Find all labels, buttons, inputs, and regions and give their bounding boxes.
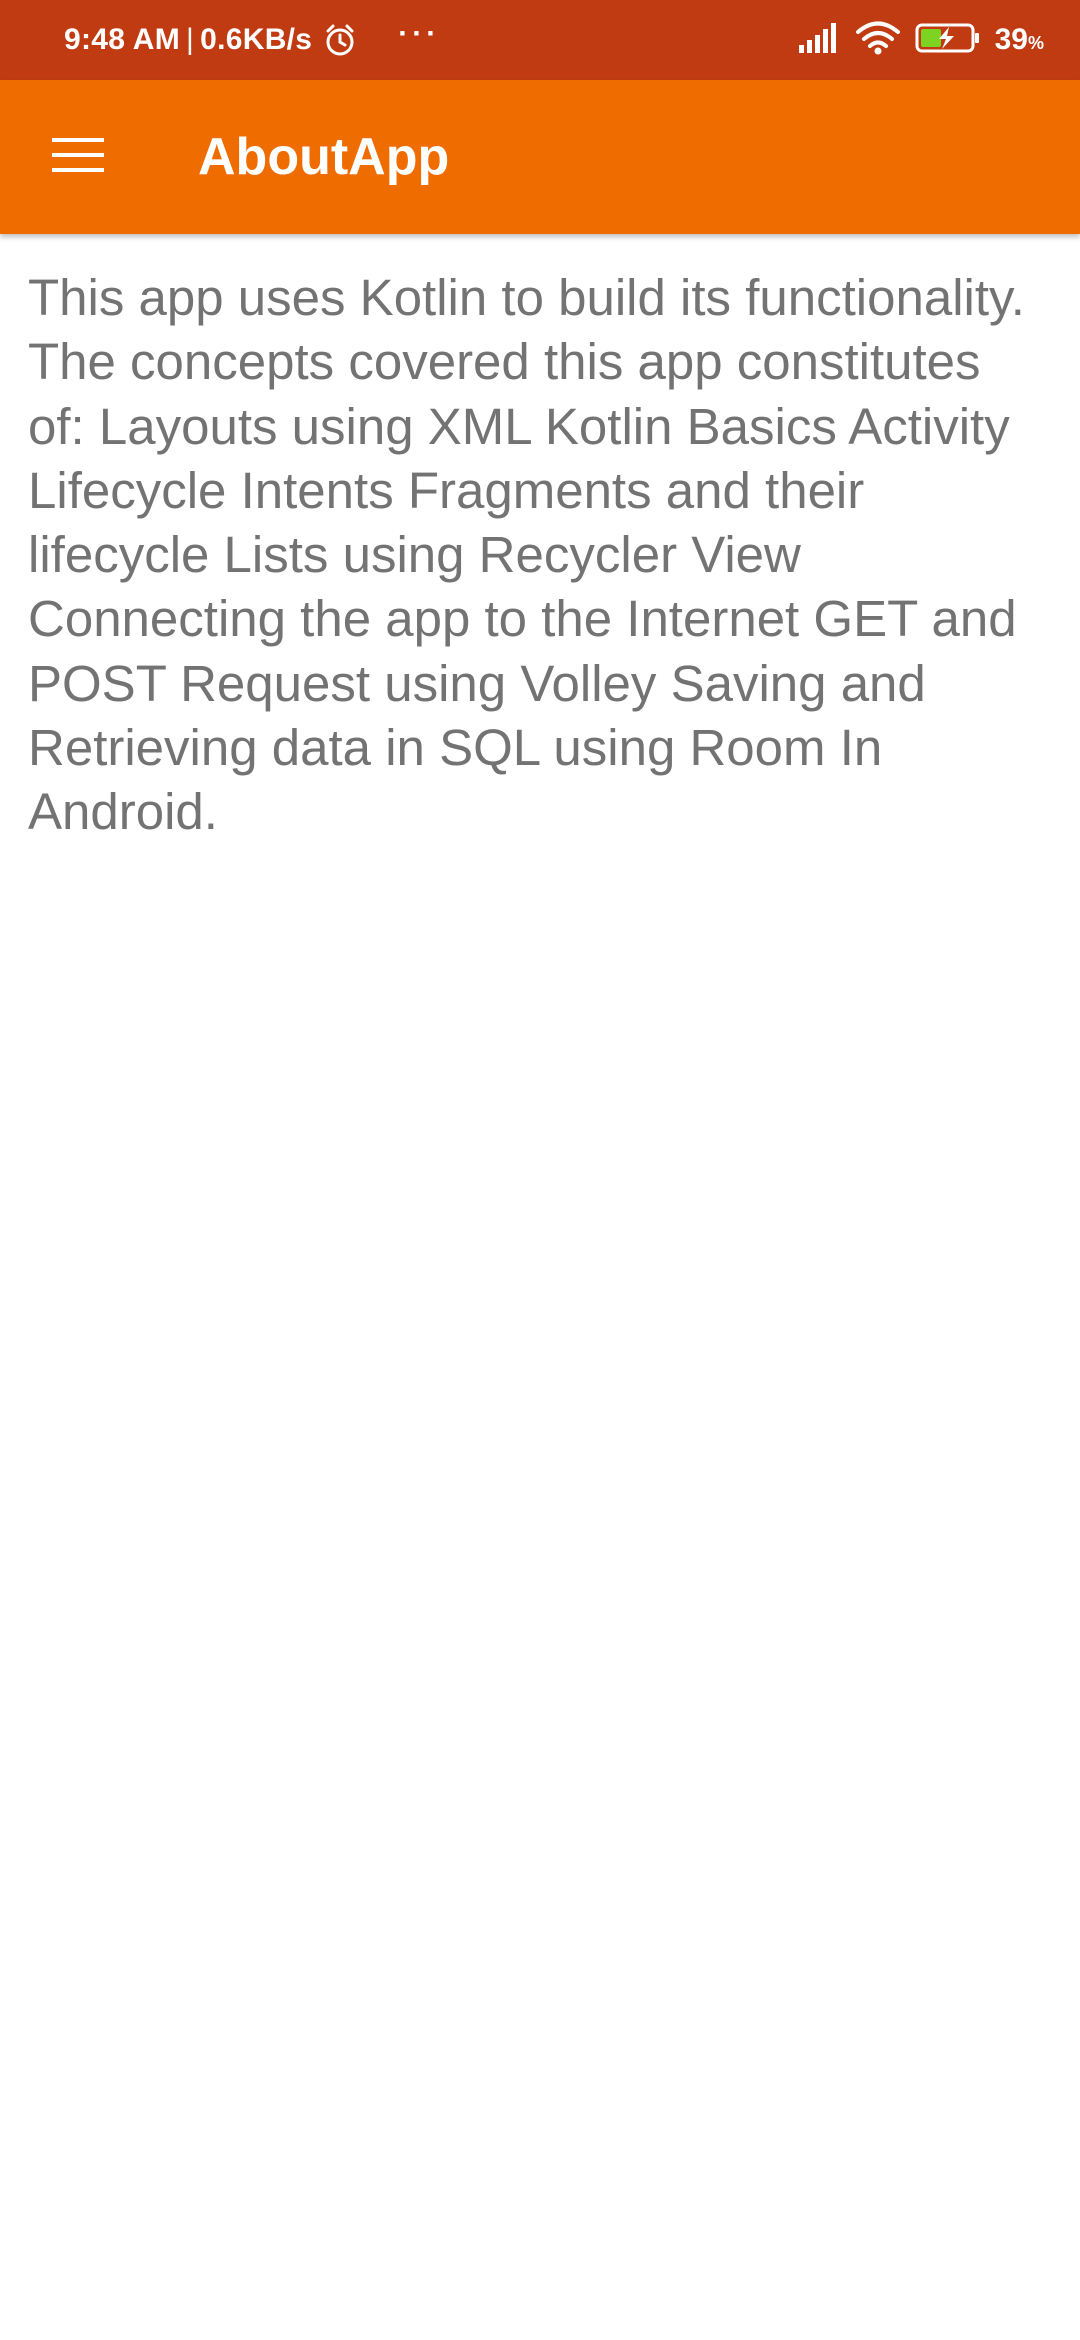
menu-button[interactable] (30, 117, 126, 197)
status-time: 9:48 AM (64, 23, 181, 56)
alarm-icon (322, 22, 358, 58)
network-speed: 0.6KB/s (200, 23, 313, 56)
battery-charging-icon (915, 22, 981, 59)
status-bar-left: 9:48 AM | 0.6KB/s ··· (64, 0, 440, 80)
signal-icon (797, 22, 841, 58)
status-separator: | (186, 23, 195, 56)
hamburger-menu-icon (51, 135, 105, 180)
status-bar-right: 39% (797, 0, 1044, 80)
screen: 9:48 AM | 0.6KB/s ··· 39% AboutApp This … (0, 0, 1080, 2340)
wifi-icon (855, 21, 901, 60)
page-title: AboutApp (198, 128, 450, 186)
more-notifications-icon: ··· (398, 17, 441, 50)
status-bar: 9:48 AM | 0.6KB/s ··· 39% (0, 0, 1080, 80)
about-description: This app uses Kotlin to build its functi… (28, 269, 1025, 841)
app-toolbar: AboutApp (0, 80, 1080, 234)
battery-percent: 39% (995, 23, 1044, 57)
battery-percent-value: 39 (994, 23, 1028, 56)
battery-percent-unit: % (1027, 33, 1044, 53)
